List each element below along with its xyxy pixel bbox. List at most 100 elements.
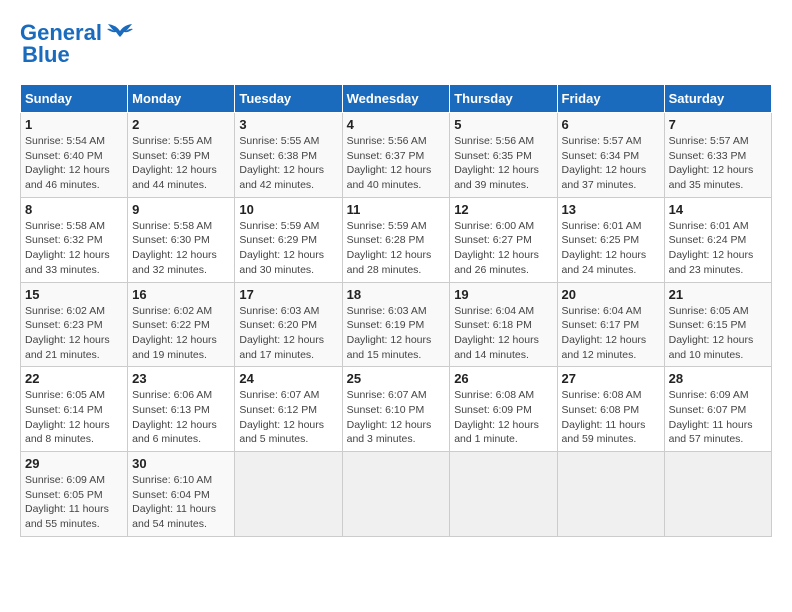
calendar-day-cell: 18 Sunrise: 6:03 AM Sunset: 6:19 PM Dayl… bbox=[342, 282, 450, 367]
day-number: 8 bbox=[25, 202, 123, 217]
calendar-weekday-thursday: Thursday bbox=[450, 85, 557, 113]
calendar-week-row: 29 Sunrise: 6:09 AM Sunset: 6:05 PM Dayl… bbox=[21, 452, 772, 537]
day-number: 14 bbox=[669, 202, 767, 217]
day-number: 29 bbox=[25, 456, 123, 471]
day-info: Sunrise: 6:09 AM Sunset: 6:07 PM Dayligh… bbox=[669, 388, 767, 447]
calendar-day-cell: 3 Sunrise: 5:55 AM Sunset: 6:38 PM Dayli… bbox=[235, 113, 342, 198]
day-info: Sunrise: 5:58 AM Sunset: 6:30 PM Dayligh… bbox=[132, 219, 230, 278]
calendar-weekday-friday: Friday bbox=[557, 85, 664, 113]
calendar-day-cell: 10 Sunrise: 5:59 AM Sunset: 6:29 PM Dayl… bbox=[235, 197, 342, 282]
calendar-day-cell: 13 Sunrise: 6:01 AM Sunset: 6:25 PM Dayl… bbox=[557, 197, 664, 282]
day-number: 18 bbox=[347, 287, 446, 302]
day-info: Sunrise: 6:01 AM Sunset: 6:25 PM Dayligh… bbox=[562, 219, 660, 278]
calendar-day-cell: 2 Sunrise: 5:55 AM Sunset: 6:39 PM Dayli… bbox=[128, 113, 235, 198]
day-info: Sunrise: 6:04 AM Sunset: 6:17 PM Dayligh… bbox=[562, 304, 660, 363]
day-info: Sunrise: 5:59 AM Sunset: 6:28 PM Dayligh… bbox=[347, 219, 446, 278]
calendar-table: SundayMondayTuesdayWednesdayThursdayFrid… bbox=[20, 84, 772, 537]
calendar-day-cell: 4 Sunrise: 5:56 AM Sunset: 6:37 PM Dayli… bbox=[342, 113, 450, 198]
calendar-day-cell: 22 Sunrise: 6:05 AM Sunset: 6:14 PM Dayl… bbox=[21, 367, 128, 452]
calendar-day-cell: 14 Sunrise: 6:01 AM Sunset: 6:24 PM Dayl… bbox=[664, 197, 771, 282]
day-info: Sunrise: 5:54 AM Sunset: 6:40 PM Dayligh… bbox=[25, 134, 123, 193]
calendar-day-cell: 27 Sunrise: 6:08 AM Sunset: 6:08 PM Dayl… bbox=[557, 367, 664, 452]
day-number: 30 bbox=[132, 456, 230, 471]
day-number: 19 bbox=[454, 287, 552, 302]
day-number: 1 bbox=[25, 117, 123, 132]
calendar-weekday-saturday: Saturday bbox=[664, 85, 771, 113]
calendar-day-cell: 11 Sunrise: 5:59 AM Sunset: 6:28 PM Dayl… bbox=[342, 197, 450, 282]
day-number: 11 bbox=[347, 202, 446, 217]
day-info: Sunrise: 6:04 AM Sunset: 6:18 PM Dayligh… bbox=[454, 304, 552, 363]
day-number: 13 bbox=[562, 202, 660, 217]
day-info: Sunrise: 6:06 AM Sunset: 6:13 PM Dayligh… bbox=[132, 388, 230, 447]
day-number: 12 bbox=[454, 202, 552, 217]
calendar-week-row: 22 Sunrise: 6:05 AM Sunset: 6:14 PM Dayl… bbox=[21, 367, 772, 452]
calendar-week-row: 15 Sunrise: 6:02 AM Sunset: 6:23 PM Dayl… bbox=[21, 282, 772, 367]
day-number: 9 bbox=[132, 202, 230, 217]
calendar-week-row: 8 Sunrise: 5:58 AM Sunset: 6:32 PM Dayli… bbox=[21, 197, 772, 282]
day-info: Sunrise: 6:02 AM Sunset: 6:23 PM Dayligh… bbox=[25, 304, 123, 363]
calendar-day-cell: 29 Sunrise: 6:09 AM Sunset: 6:05 PM Dayl… bbox=[21, 452, 128, 537]
calendar-weekday-wednesday: Wednesday bbox=[342, 85, 450, 113]
calendar-day-cell bbox=[450, 452, 557, 537]
day-info: Sunrise: 5:55 AM Sunset: 6:39 PM Dayligh… bbox=[132, 134, 230, 193]
day-info: Sunrise: 5:55 AM Sunset: 6:38 PM Dayligh… bbox=[239, 134, 337, 193]
calendar-day-cell: 8 Sunrise: 5:58 AM Sunset: 6:32 PM Dayli… bbox=[21, 197, 128, 282]
day-info: Sunrise: 5:58 AM Sunset: 6:32 PM Dayligh… bbox=[25, 219, 123, 278]
day-number: 26 bbox=[454, 371, 552, 386]
day-number: 4 bbox=[347, 117, 446, 132]
day-info: Sunrise: 5:59 AM Sunset: 6:29 PM Dayligh… bbox=[239, 219, 337, 278]
day-info: Sunrise: 6:05 AM Sunset: 6:15 PM Dayligh… bbox=[669, 304, 767, 363]
day-info: Sunrise: 6:00 AM Sunset: 6:27 PM Dayligh… bbox=[454, 219, 552, 278]
calendar-day-cell: 20 Sunrise: 6:04 AM Sunset: 6:17 PM Dayl… bbox=[557, 282, 664, 367]
day-info: Sunrise: 6:02 AM Sunset: 6:22 PM Dayligh… bbox=[132, 304, 230, 363]
day-number: 28 bbox=[669, 371, 767, 386]
calendar-day-cell: 25 Sunrise: 6:07 AM Sunset: 6:10 PM Dayl… bbox=[342, 367, 450, 452]
day-number: 17 bbox=[239, 287, 337, 302]
page-header: General Blue bbox=[20, 20, 772, 68]
day-info: Sunrise: 6:08 AM Sunset: 6:09 PM Dayligh… bbox=[454, 388, 552, 447]
day-number: 7 bbox=[669, 117, 767, 132]
day-info: Sunrise: 6:07 AM Sunset: 6:12 PM Dayligh… bbox=[239, 388, 337, 447]
day-info: Sunrise: 6:01 AM Sunset: 6:24 PM Dayligh… bbox=[669, 219, 767, 278]
logo: General Blue bbox=[20, 20, 134, 68]
day-number: 24 bbox=[239, 371, 337, 386]
logo-bird-icon bbox=[106, 23, 134, 43]
day-info: Sunrise: 5:57 AM Sunset: 6:34 PM Dayligh… bbox=[562, 134, 660, 193]
calendar-day-cell bbox=[664, 452, 771, 537]
calendar-day-cell: 12 Sunrise: 6:00 AM Sunset: 6:27 PM Dayl… bbox=[450, 197, 557, 282]
day-number: 22 bbox=[25, 371, 123, 386]
calendar-day-cell: 16 Sunrise: 6:02 AM Sunset: 6:22 PM Dayl… bbox=[128, 282, 235, 367]
day-number: 25 bbox=[347, 371, 446, 386]
day-number: 27 bbox=[562, 371, 660, 386]
calendar-day-cell: 21 Sunrise: 6:05 AM Sunset: 6:15 PM Dayl… bbox=[664, 282, 771, 367]
day-info: Sunrise: 6:10 AM Sunset: 6:04 PM Dayligh… bbox=[132, 473, 230, 532]
day-number: 6 bbox=[562, 117, 660, 132]
day-info: Sunrise: 5:57 AM Sunset: 6:33 PM Dayligh… bbox=[669, 134, 767, 193]
calendar-day-cell: 19 Sunrise: 6:04 AM Sunset: 6:18 PM Dayl… bbox=[450, 282, 557, 367]
calendar-day-cell bbox=[342, 452, 450, 537]
day-info: Sunrise: 5:56 AM Sunset: 6:37 PM Dayligh… bbox=[347, 134, 446, 193]
day-number: 2 bbox=[132, 117, 230, 132]
calendar-day-cell: 26 Sunrise: 6:08 AM Sunset: 6:09 PM Dayl… bbox=[450, 367, 557, 452]
calendar-day-cell: 6 Sunrise: 5:57 AM Sunset: 6:34 PM Dayli… bbox=[557, 113, 664, 198]
day-number: 3 bbox=[239, 117, 337, 132]
day-number: 21 bbox=[669, 287, 767, 302]
calendar-weekday-monday: Monday bbox=[128, 85, 235, 113]
day-number: 10 bbox=[239, 202, 337, 217]
logo-blue-text: Blue bbox=[22, 42, 70, 68]
calendar-header-row: SundayMondayTuesdayWednesdayThursdayFrid… bbox=[21, 85, 772, 113]
day-number: 5 bbox=[454, 117, 552, 132]
calendar-week-row: 1 Sunrise: 5:54 AM Sunset: 6:40 PM Dayli… bbox=[21, 113, 772, 198]
day-info: Sunrise: 6:07 AM Sunset: 6:10 PM Dayligh… bbox=[347, 388, 446, 447]
calendar-day-cell: 23 Sunrise: 6:06 AM Sunset: 6:13 PM Dayl… bbox=[128, 367, 235, 452]
calendar-day-cell: 28 Sunrise: 6:09 AM Sunset: 6:07 PM Dayl… bbox=[664, 367, 771, 452]
day-number: 15 bbox=[25, 287, 123, 302]
day-info: Sunrise: 6:05 AM Sunset: 6:14 PM Dayligh… bbox=[25, 388, 123, 447]
day-info: Sunrise: 6:08 AM Sunset: 6:08 PM Dayligh… bbox=[562, 388, 660, 447]
calendar-day-cell: 15 Sunrise: 6:02 AM Sunset: 6:23 PM Dayl… bbox=[21, 282, 128, 367]
day-info: Sunrise: 6:03 AM Sunset: 6:19 PM Dayligh… bbox=[347, 304, 446, 363]
calendar-weekday-sunday: Sunday bbox=[21, 85, 128, 113]
day-number: 23 bbox=[132, 371, 230, 386]
calendar-day-cell bbox=[235, 452, 342, 537]
day-number: 16 bbox=[132, 287, 230, 302]
